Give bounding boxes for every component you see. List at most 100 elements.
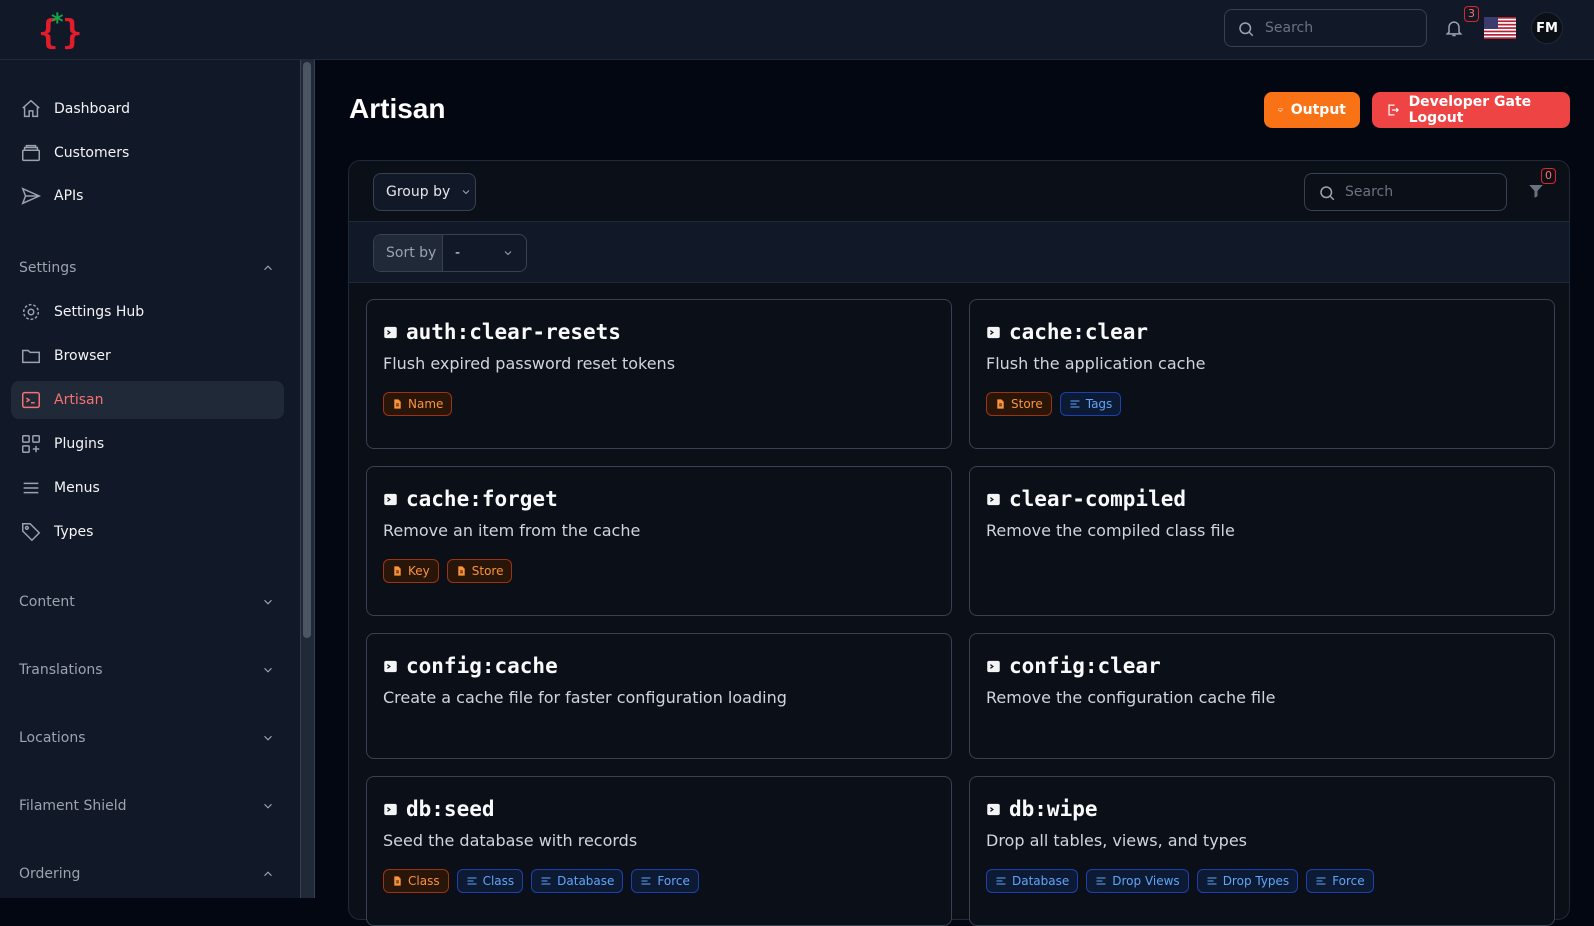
command-card[interactable]: cache:forget Remove an item from the cach…: [366, 466, 952, 616]
lines-icon: [541, 877, 551, 885]
argument-tag: Name: [383, 392, 453, 416]
command-name: clear-compiled: [1009, 487, 1187, 511]
archive-icon: [20, 142, 42, 164]
sort-by-select[interactable]: Sort by -: [373, 234, 527, 272]
option-tag: Drop Views: [1086, 869, 1189, 893]
lines-icon: [1316, 877, 1326, 885]
sidebar-group-label: Content: [19, 594, 75, 610]
sidebar-group-filament-shield[interactable]: Filament Shield: [19, 796, 275, 816]
command-title: db:seed: [383, 797, 495, 821]
chevron-down-icon: [504, 251, 512, 256]
panel-sortbar: Sort by -: [349, 222, 1569, 283]
tag-label: Class: [482, 874, 515, 888]
option-tag: Drop Types: [1196, 869, 1299, 893]
notifications-bell-icon[interactable]: [1444, 17, 1464, 43]
tag-label: Class: [408, 874, 440, 888]
command-description: Flush the application cache: [986, 354, 1206, 373]
sort-by-value: -: [455, 245, 461, 261]
logout-button-label: Developer Gate Logout: [1408, 94, 1532, 126]
command-name: config:cache: [406, 654, 558, 678]
sidebar-item-plugins[interactable]: Plugins: [11, 425, 284, 463]
sidebar-item-label: Menus: [54, 480, 100, 496]
global-search-input[interactable]: Search: [1224, 9, 1427, 47]
sidebar-group-ordering[interactable]: Ordering: [19, 864, 275, 884]
chevron-down-icon: [264, 803, 272, 809]
sidebar-item-artisan[interactable]: Artisan: [11, 381, 284, 419]
sidebar-item-settings-hub[interactable]: Settings Hub: [11, 293, 284, 331]
command-card[interactable]: cache:clear Flush the application cache St…: [969, 299, 1555, 449]
terminal-icon: [384, 493, 397, 505]
sidebar-scrollbar-thumb[interactable]: [303, 62, 311, 638]
monitor-icon: [1278, 108, 1283, 112]
lines-icon: [1070, 400, 1080, 408]
developer-gate-logout-button[interactable]: Developer Gate Logout: [1372, 92, 1570, 128]
tag-label: Tags: [1085, 397, 1113, 411]
menu-lines-icon: [20, 477, 42, 499]
brand-logo[interactable]: { } *: [36, 8, 84, 53]
command-tags: Name: [383, 392, 453, 416]
svg-text:*: *: [51, 8, 64, 36]
command-description: Drop all tables, views, and types: [986, 831, 1248, 850]
us-flag-icon[interactable]: [1484, 17, 1516, 39]
sidebar-item-label: Artisan: [54, 392, 104, 408]
command-title: config:cache: [383, 654, 558, 678]
command-card[interactable]: db:seed Seed the database with records Cla…: [366, 776, 952, 926]
command-card[interactable]: auth:clear-resets Flush expired password …: [366, 299, 952, 449]
terminal-icon: [987, 326, 1000, 338]
command-description: Seed the database with records: [383, 831, 638, 850]
command-name: auth:clear-resets: [406, 320, 621, 344]
sidebar-item-dashboard[interactable]: Dashboard: [11, 90, 284, 128]
tag-label: Store: [471, 564, 504, 578]
sidebar-item-customers[interactable]: Customers: [11, 134, 284, 172]
lines-icon: [641, 877, 651, 885]
grid-plus-icon: [20, 433, 42, 455]
sidebar-item-menus[interactable]: Menus: [11, 469, 284, 507]
argument-tag: Store: [446, 559, 513, 583]
command-card[interactable]: config:cache Create a cache file for fast…: [366, 633, 952, 759]
group-by-dropdown[interactable]: Group by: [373, 173, 476, 211]
command-title: config:clear: [986, 654, 1161, 678]
group-by-label: Group by: [386, 184, 451, 200]
sidebar-item-types[interactable]: Types: [11, 513, 284, 551]
output-button[interactable]: Output: [1264, 92, 1360, 128]
file-icon: [394, 399, 401, 409]
sidebar-group-translations[interactable]: Translations: [19, 660, 275, 680]
sort-by-value-wrap: -: [443, 245, 526, 261]
sidebar-group-content[interactable]: Content: [19, 592, 275, 612]
sidebar-group-label: Locations: [19, 730, 86, 746]
terminal-icon: [384, 326, 397, 338]
sidebar-item-apis[interactable]: APIs: [11, 177, 284, 215]
top-bar: { } * Search 3 FM: [0, 0, 1594, 60]
argument-tag: Class: [383, 869, 449, 893]
command-description: Flush expired password reset tokens: [383, 354, 676, 373]
tag-icon: [20, 521, 42, 543]
tag-label: Key: [408, 564, 430, 578]
terminal-icon: [987, 660, 1000, 672]
command-tags: Class Class Database Force: [383, 869, 699, 893]
command-card[interactable]: config:clear Remove the configuration cac…: [969, 633, 1555, 759]
option-tag: Force: [631, 869, 699, 893]
sidebar-group-settings[interactable]: Settings: [19, 258, 275, 278]
command-title: auth:clear-resets: [383, 320, 621, 344]
filter-icon[interactable]: [1527, 182, 1545, 204]
sidebar-group-locations[interactable]: Locations: [19, 728, 275, 748]
terminal-icon: [384, 660, 397, 672]
sidebar-group-label: Ordering: [19, 866, 81, 882]
file-icon: [394, 876, 401, 886]
search-icon: [1239, 22, 1254, 37]
command-name: cache:forget: [406, 487, 558, 511]
tag-label: Store: [1011, 397, 1043, 411]
user-avatar[interactable]: FM: [1531, 12, 1563, 44]
lines-icon: [996, 877, 1006, 885]
terminal-icon: [20, 389, 42, 411]
command-card[interactable]: db:wipe Drop all tables, views, and types…: [969, 776, 1555, 926]
command-name: config:clear: [1009, 654, 1161, 678]
panel-search-input[interactable]: Search: [1304, 173, 1507, 211]
sidebar-group-label: Settings: [19, 260, 77, 276]
sidebar-item-browser[interactable]: Browser: [11, 337, 284, 375]
command-title: clear-compiled: [986, 487, 1186, 511]
command-card[interactable]: clear-compiled Remove the compiled class …: [969, 466, 1555, 616]
tag-label: Force: [657, 874, 690, 888]
logout-icon: [1388, 104, 1399, 116]
file-icon: [394, 566, 401, 576]
